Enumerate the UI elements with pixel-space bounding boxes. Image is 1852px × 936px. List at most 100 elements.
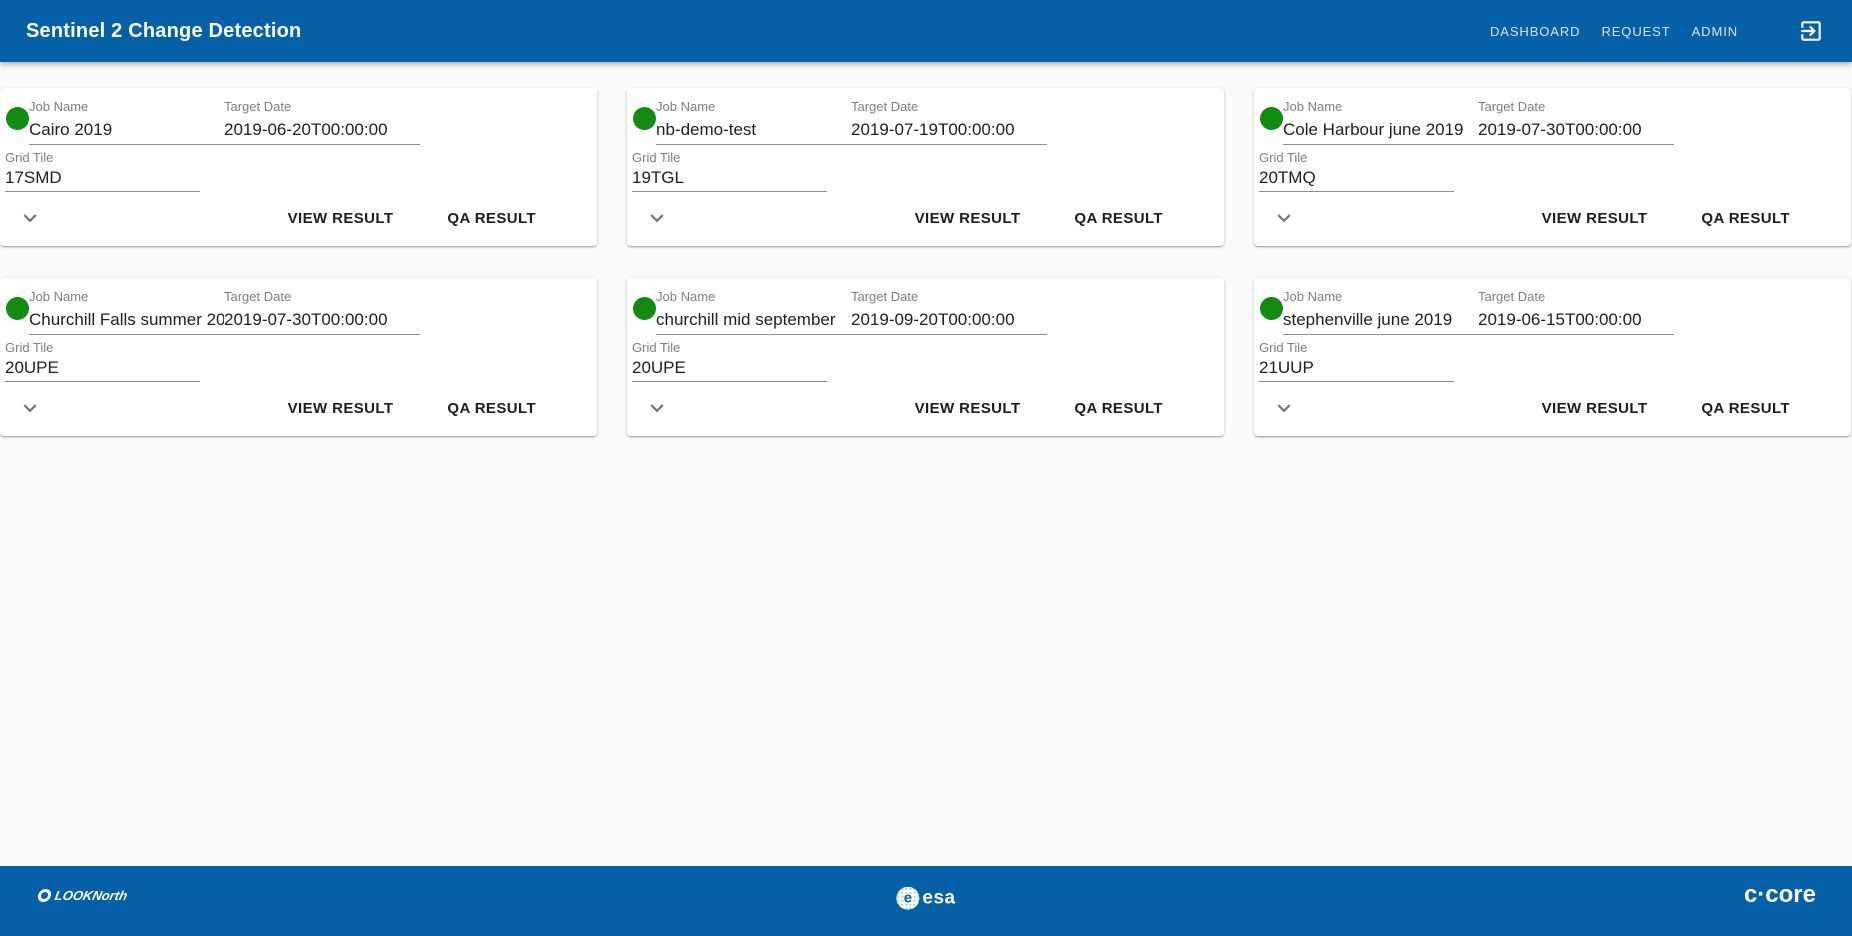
expand-card-button[interactable] — [644, 205, 670, 231]
qa-result-button[interactable]: QA RESULT — [439, 394, 544, 423]
job-card: Job Name stephenville june 2019 Target D… — [1254, 278, 1851, 436]
target-date-value[interactable]: 2019-09-20T00:00:00 — [851, 310, 1047, 335]
expand-card-button[interactable] — [17, 395, 43, 421]
target-date-value[interactable]: 2019-07-19T00:00:00 — [851, 120, 1047, 145]
expand-card-button[interactable] — [644, 395, 670, 421]
target-date-label: Target Date — [224, 290, 420, 304]
job-card-actions: VIEW RESULT QA RESULT — [1259, 386, 1846, 430]
grid-tile-label: Grid Tile — [5, 341, 200, 355]
target-date-value[interactable]: 2019-07-30T00:00:00 — [224, 310, 420, 335]
job-card: Job Name Cairo 2019 Target Date 2019-06-… — [0, 88, 597, 246]
looknorth-label: LOOKNorth — [53, 888, 128, 903]
target-date-value[interactable]: 2019-06-15T00:00:00 — [1478, 310, 1674, 335]
view-result-button[interactable]: VIEW RESULT — [907, 394, 1029, 423]
grid-tile-field: Grid Tile 19TGL — [632, 151, 827, 192]
status-dot — [1260, 107, 1283, 130]
job-name-field: Job Name churchill mid september — [656, 290, 851, 335]
expand-card-button[interactable] — [1271, 395, 1297, 421]
job-name-value[interactable]: Cole Harbour june 2019 — [1283, 120, 1478, 145]
nav-request[interactable]: REQUEST — [1599, 18, 1672, 45]
grid-tile-field: Grid Tile 21UUP — [1259, 341, 1454, 382]
job-name-label: Job Name — [1283, 290, 1478, 304]
view-result-button[interactable]: VIEW RESULT — [280, 394, 402, 423]
target-date-field: Target Date 2019-07-30T00:00:00 — [224, 290, 420, 335]
job-name-label: Job Name — [656, 290, 851, 304]
job-card: Job Name Cole Harbour june 2019 Target D… — [1254, 88, 1851, 246]
job-name-value[interactable]: Churchill Falls summer 2019 — [29, 310, 224, 335]
job-card-row-top: Job Name Churchill Falls summer 2019 Tar… — [5, 278, 592, 335]
header-nav: DASHBOARD REQUEST ADMIN — [1471, 18, 1852, 45]
grid-tile-label: Grid Tile — [5, 151, 200, 165]
esa-globe-icon: e — [896, 887, 919, 910]
target-date-field: Target Date 2019-07-30T00:00:00 — [1478, 100, 1674, 145]
nav-dashboard[interactable]: DASHBOARD — [1488, 18, 1582, 45]
grid-tile-value[interactable]: 19TGL — [632, 168, 827, 192]
job-card: Job Name nb-demo-test Target Date 2019-0… — [627, 88, 1224, 246]
target-date-label: Target Date — [851, 100, 1047, 114]
chevron-down-icon — [17, 205, 43, 231]
job-card: Job Name churchill mid september Target … — [627, 278, 1224, 436]
grid-tile-label: Grid Tile — [1259, 151, 1454, 165]
job-card: Job Name Churchill Falls summer 2019 Tar… — [0, 278, 597, 436]
grid-tile-label: Grid Tile — [632, 151, 827, 165]
target-date-label: Target Date — [1478, 100, 1674, 114]
esa-label: esa — [922, 887, 955, 909]
job-card-actions: VIEW RESULT QA RESULT — [632, 196, 1219, 240]
view-result-button[interactable]: VIEW RESULT — [1534, 394, 1656, 423]
target-date-value[interactable]: 2019-06-20T00:00:00 — [224, 120, 420, 145]
grid-tile-field: Grid Tile 20TMQ — [1259, 151, 1454, 192]
view-result-button[interactable]: VIEW RESULT — [280, 204, 402, 233]
grid-tile-value[interactable]: 20TMQ — [1259, 168, 1454, 192]
target-date-label: Target Date — [1478, 290, 1674, 304]
job-name-label: Job Name — [656, 100, 851, 114]
qa-result-button[interactable]: QA RESULT — [1066, 394, 1171, 423]
target-date-label: Target Date — [851, 290, 1047, 304]
job-card-row-top: Job Name nb-demo-test Target Date 2019-0… — [632, 88, 1219, 145]
job-card-row-top: Job Name churchill mid september Target … — [632, 278, 1219, 335]
job-name-value[interactable]: churchill mid september — [656, 310, 851, 335]
view-result-button[interactable]: VIEW RESULT — [907, 204, 1029, 233]
job-name-label: Job Name — [1283, 100, 1478, 114]
grid-tile-value[interactable]: 17SMD — [5, 168, 200, 192]
qa-result-button[interactable]: QA RESULT — [1693, 394, 1798, 423]
status-dot — [6, 107, 29, 130]
target-date-field: Target Date 2019-07-19T00:00:00 — [851, 100, 1047, 145]
job-card-actions: VIEW RESULT QA RESULT — [632, 386, 1219, 430]
status-dot — [633, 107, 656, 130]
grid-tile-value[interactable]: 21UUP — [1259, 358, 1454, 382]
target-date-field: Target Date 2019-09-20T00:00:00 — [851, 290, 1047, 335]
grid-tile-value[interactable]: 20UPE — [632, 358, 827, 382]
grid-tile-value[interactable]: 20UPE — [5, 358, 200, 382]
job-name-value[interactable]: stephenville june 2019 — [1283, 310, 1478, 335]
job-name-field: Job Name stephenville june 2019 — [1283, 290, 1478, 335]
expand-card-button[interactable] — [17, 205, 43, 231]
job-name-field: Job Name Churchill Falls summer 2019 — [29, 290, 224, 335]
job-name-value[interactable]: nb-demo-test — [656, 120, 851, 145]
qa-result-button[interactable]: QA RESULT — [1693, 204, 1798, 233]
grid-tile-field: Grid Tile 20UPE — [5, 341, 200, 382]
job-name-label: Job Name — [29, 290, 224, 304]
ccore-logo: c·core — [1744, 881, 1816, 909]
qa-result-button[interactable]: QA RESULT — [439, 204, 544, 233]
qa-result-button[interactable]: QA RESULT — [1066, 204, 1171, 233]
status-dot — [6, 297, 29, 320]
view-result-button[interactable]: VIEW RESULT — [1534, 204, 1656, 233]
chevron-down-icon — [17, 395, 43, 421]
job-name-field: Job Name nb-demo-test — [656, 100, 851, 145]
job-name-value[interactable]: Cairo 2019 — [29, 120, 224, 145]
page-title: Sentinel 2 Change Detection — [0, 20, 301, 43]
jobs-grid: Job Name Cairo 2019 Target Date 2019-06-… — [0, 88, 1852, 436]
expand-card-button[interactable] — [1271, 205, 1297, 231]
looknorth-logo: LOOKNorth — [36, 888, 128, 903]
target-date-field: Target Date 2019-06-15T00:00:00 — [1478, 290, 1674, 335]
logout-button[interactable] — [1798, 18, 1824, 44]
nav-admin[interactable]: ADMIN — [1690, 18, 1740, 45]
target-date-value[interactable]: 2019-07-30T00:00:00 — [1478, 120, 1674, 145]
job-card-row-top: Job Name Cairo 2019 Target Date 2019-06-… — [5, 88, 592, 145]
chevron-down-icon — [644, 205, 670, 231]
grid-tile-field: Grid Tile 17SMD — [5, 151, 200, 192]
job-card-row-top: Job Name Cole Harbour june 2019 Target D… — [1259, 88, 1846, 145]
job-name-field: Job Name Cairo 2019 — [29, 100, 224, 145]
exit-to-app-icon — [1798, 18, 1824, 44]
job-card-actions: VIEW RESULT QA RESULT — [5, 196, 592, 240]
